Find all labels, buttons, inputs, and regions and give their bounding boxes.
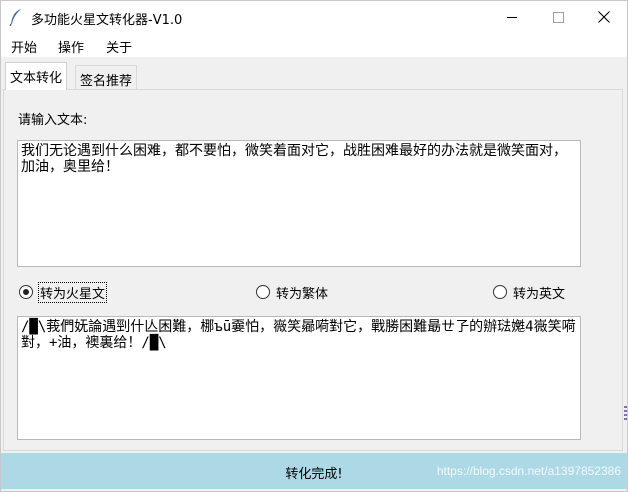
edge-marker bbox=[624, 406, 627, 420]
tab-panel: 请输入文本: 我们无论遇到什么困难，都不要怕，微笑着面对它，战胜困难最好的办法就… bbox=[3, 89, 623, 451]
menu-about[interactable]: 关于 bbox=[106, 37, 132, 56]
tab-signature[interactable]: 签名推荐 bbox=[75, 65, 138, 90]
app-window: 多功能火星文转化器-V1.0 开始 操作 关于 文本转化 签名推荐 请输入文本:… bbox=[0, 0, 628, 492]
output-textarea[interactable]: /█\莪們妩論遇剄什亾困難，梛ъū嫑怕，嶶笑曏嗬對它，戰勝困難朂ㄝ孒的辦琺嬔4嶶… bbox=[17, 316, 581, 440]
radio-martian[interactable]: 转为火星文 bbox=[19, 281, 108, 303]
radio-english-label: 转为英文 bbox=[513, 286, 566, 302]
menu-start[interactable]: 开始 bbox=[11, 37, 37, 56]
radio-martian-label: 转为火星文 bbox=[37, 281, 108, 303]
radio-button[interactable] bbox=[256, 285, 270, 299]
input-label: 请输入文本: bbox=[18, 113, 88, 128]
input-textarea[interactable]: 我们无论遇到什么困难，都不要怕，微笑着面对它，战胜困难最好的办法就是微笑面对，加… bbox=[17, 140, 581, 267]
tab-text-convert[interactable]: 文本转化 bbox=[5, 62, 68, 90]
menu-operate[interactable]: 操作 bbox=[58, 37, 84, 56]
radio-english[interactable]: 转为英文 bbox=[493, 281, 565, 303]
main-area: 文本转化 签名推荐 请输入文本: 我们无论遇到什么困难，都不要怕，微笑着面对它，… bbox=[1, 57, 627, 491]
minimize-button[interactable] bbox=[489, 1, 535, 33]
watermark: https://blog.csdn.net/a1397852386 bbox=[436, 464, 621, 478]
title-bar[interactable]: 多功能火星文转化器-V1.0 bbox=[1, 1, 627, 33]
radio-button-checked[interactable] bbox=[19, 285, 33, 299]
menu-bar: 开始 操作 关于 bbox=[1, 33, 627, 57]
radio-button[interactable] bbox=[493, 285, 507, 299]
close-icon bbox=[598, 11, 610, 23]
radio-traditional[interactable]: 转为繁体 bbox=[256, 281, 328, 303]
maximize-button[interactable] bbox=[535, 1, 581, 33]
radio-traditional-label: 转为繁体 bbox=[276, 286, 329, 302]
close-button[interactable] bbox=[581, 1, 627, 33]
status-bar: 转化完成! https://blog.csdn.net/a1397852386 bbox=[1, 453, 627, 489]
feather-icon bbox=[9, 9, 21, 26]
window-title: 多功能火星文转化器-V1.0 bbox=[31, 13, 183, 28]
